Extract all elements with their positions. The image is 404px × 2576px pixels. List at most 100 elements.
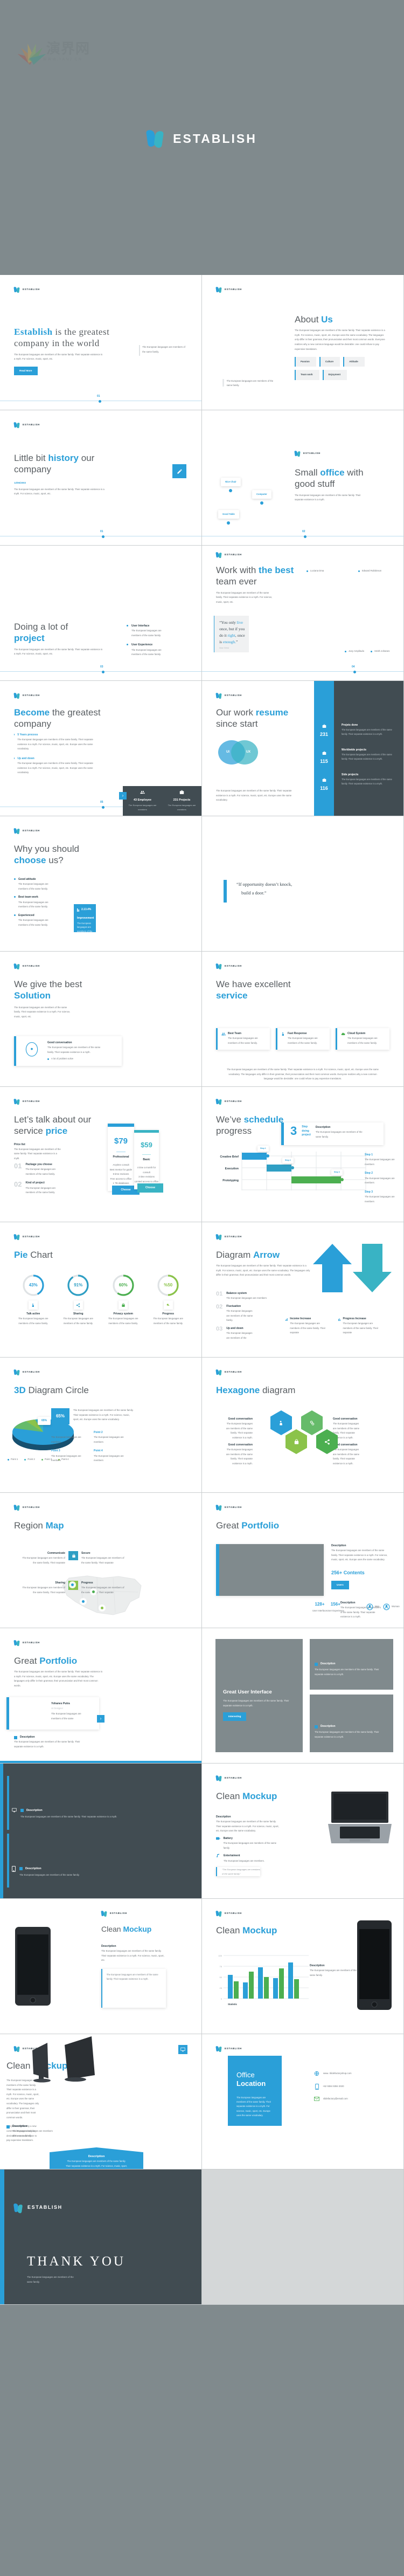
slide-portfolio-person[interactable]: ESTABLISH Great Portfolio The European l… [0,1628,201,1763]
stat-value: 231 Projects [173,798,191,802]
slide-schedule-progress[interactable]: ESTABLISH We’ve schedule progress 3 Step… [202,1087,403,1222]
hex-shape-2[interactable] [301,1410,323,1435]
slide-excellent-service[interactable]: ESTABLISH We have excellent service Best… [202,952,403,1086]
slide-office[interactable]: ESTABLISH Small office with good stuff T… [202,410,403,545]
slide-portfolio-stats[interactable]: ESTABLISH Great Portfolio Description Th… [202,1493,403,1628]
slide-thank-you[interactable]: ESTABLISH THANK YOU The European languag… [0,2169,201,2304]
slide-pie-chart[interactable]: ESTABLISH Pie Chart 43% Talk active The … [0,1222,201,1357]
map-item-secure: Secure The European languages are members… [69,1551,134,1565]
square-bullet-icon [315,1725,318,1728]
hex-shape-3[interactable] [285,1429,307,1454]
establish-logo-icon [146,129,165,148]
slide-monitor-mockup[interactable]: ESTABLISH Clean Mockup The European lang… [0,2034,201,2169]
lock-icon [69,1551,78,1560]
slide-region-map[interactable]: ESTABLISH Region Map Communicate The Euro… [0,1493,201,1628]
ring-label: Privacy system [113,1312,133,1315]
slide-hexagone-diagram[interactable]: ESTABLISH Hexagone diagram Good conversa… [202,1358,403,1492]
chat-bubble-icon [25,1042,38,1057]
slide-phone-mockup[interactable]: ESTABLISH Clean Mockup Description The E… [0,1899,201,2034]
up-down-arrows-icon [313,1244,392,1292]
slide-team[interactable]: ESTABLISH Work with the best team ever T… [202,546,403,680]
slide-opportunity-quote[interactable]: “If opportunity doesn’t knock, build a d… [202,816,403,951]
quote-text: “You only live once, but if you do it ri… [219,620,245,644]
cell-text: The European languages are members of th… [333,1448,359,1465]
venn-diagram: UI UX [218,740,267,764]
pin-nice-chair[interactable]: Nice Chair [221,478,241,492]
contact-phone[interactable]: +62 9384 9394 3020 [314,2084,344,2090]
briefcase-icon [322,778,326,782]
slide-statistic-mockup[interactable]: ESTABLISH Clean Mockup 100 75 50 25 0 Statis… [202,1899,403,2034]
slide-intro[interactable]: ESTABLISH Establish is the greatest comp… [0,275,201,410]
slide-office-location[interactable]: ESTABLISH Office Location The European la… [202,2034,403,2169]
desc-label: Description [101,1945,116,1948]
point-label: Point 3 [51,1449,60,1453]
step-label-c: project [302,1133,311,1137]
chip-attitude[interactable]: Attitude [343,357,365,367]
item-text: The European languages are members of th… [131,629,162,637]
row-text: The European languages are members of th… [342,777,392,785]
location-panel: Office Location The European languages ar… [228,2056,282,2126]
slide-project[interactable]: Doing a lot of project The European lang… [0,546,201,680]
choose-button[interactable]: Choose [137,1183,163,1193]
list-item: 5 Years process The European languages a… [14,733,94,752]
watermark-url: WWW.YANJ.CN [43,58,82,61]
chip-teamwork[interactable]: Team work [295,370,319,380]
plan-professional[interactable]: $79 Professional Anytime consult Best me… [108,1124,140,1195]
ring-value: 43% [29,1282,38,1287]
next-arrow-button[interactable]: › [97,1715,105,1723]
card-label: Description [321,1662,336,1665]
map-pin [71,1583,74,1586]
slide-become-greatest[interactable]: ESTABLISH Become the greatest company 5 … [0,681,201,816]
map-item-communicate: Communicate The European languages are me… [14,1551,78,1565]
page-number: 01 [97,394,100,398]
legend-label: Step 1 [365,1153,373,1156]
slide-best-solution[interactable]: ESTABLISH We give the best Solution The … [0,952,201,1086]
bullet-icon [371,650,372,652]
pencil-icon [172,464,186,478]
chip-enjoyment[interactable]: Enjoyment [322,370,347,380]
slide-diagram-arrow[interactable]: ESTABLISH Diagram Arrow The European lan… [202,1222,403,1357]
square-bullet-icon [315,1662,318,1666]
slide-clean-mockup-laptop[interactable]: ESTABLISH Clean Mockup Description The E… [202,1764,403,1898]
slide-about-us[interactable]: ESTABLISH About Us The European language… [202,275,403,410]
chip-passion[interactable]: Passion [295,357,316,367]
next-arrow-button[interactable]: › [119,792,127,800]
phone-mockup-icon [15,1927,51,2006]
pin-computer[interactable]: Computer [252,490,271,505]
hex-shape-1[interactable] [270,1410,292,1435]
contact-value: slidefactory@email.com [323,2097,348,2100]
slide-blank[interactable] [202,2169,403,2304]
rocket-icon [279,1420,282,1425]
slide-work-resume[interactable]: ESTABLISH Our work resume since start UI… [202,681,403,816]
chip-culture[interactable]: Culture [319,357,340,367]
slide-great-user-interface[interactable]: Great User Interface The European langua… [202,1628,403,1763]
person-name: Yohanes Putra [51,1702,70,1705]
slide-dark-descriptions[interactable]: Description The European languages are m… [0,1764,201,1898]
bullet-icon [358,570,360,572]
point-1: Point 1 The European languages are member… [51,1430,85,1444]
slide-service-price[interactable]: ESTABLISH Let’s talk about our service p… [0,1087,201,1222]
contact-email[interactable]: slidefactory@email.com [314,2097,348,2102]
service-card-cloud-system[interactable]: Cloud System The European languages are … [336,1028,389,1050]
resume-body: The European languages are members of th… [216,789,292,802]
slide-why-choose-us[interactable]: ESTABLISH Why you should choose us? Good… [0,816,201,951]
service-card-best-team[interactable]: Best Team The European languages are mem… [216,1028,270,1050]
slide-history[interactable]: ESTABLISH Little bit history our company… [0,410,201,545]
item-text: The European languages are members of th… [17,762,93,774]
contact-website[interactable]: www. Slidefactoryshop.com [314,2071,352,2076]
brand-name: ESTABLISH [23,1641,40,1644]
page-title: Our work resume since start [216,707,289,729]
plan-name: Professional [113,1155,129,1159]
service-card-fast-response[interactable]: Fast Response The European languages are… [276,1028,330,1050]
pin-good-table[interactable]: Good Table [218,510,239,525]
brand-name: ESTABLISH [225,965,242,968]
read-more-button[interactable]: Read More [14,366,38,376]
users-button[interactable]: Users [331,1580,349,1590]
item-label: Balance system [226,1292,247,1295]
plan-basic[interactable]: $59 Basic 4 time a month for consult 3 t… [134,1130,163,1193]
item-label: Sharing [55,1581,65,1585]
interesting-button[interactable]: Interesting [223,1712,247,1721]
brand-name: ESTABLISH [225,1235,242,1238]
slide-3d-diagram-circle[interactable]: ESTABLISH 3D Diagram Circle 65% Point 1 … [0,1358,201,1492]
phone-icon [12,1866,16,1872]
